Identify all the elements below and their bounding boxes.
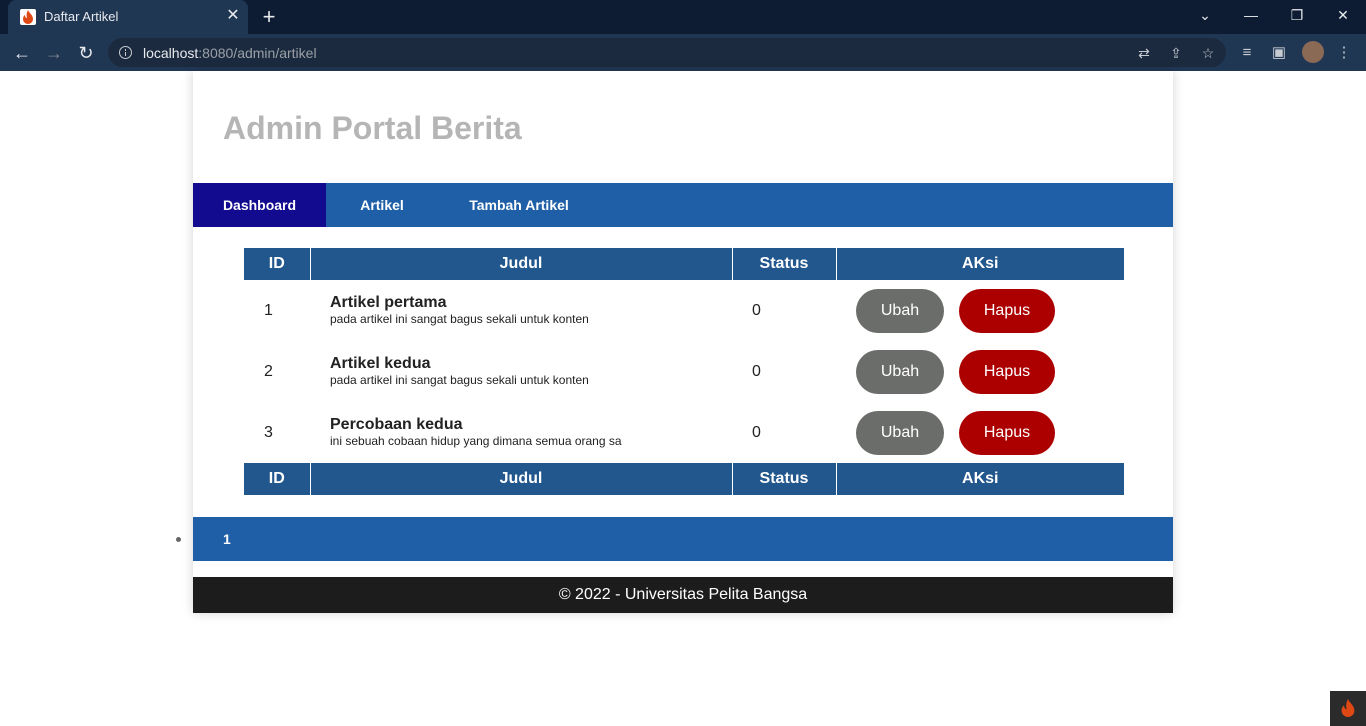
header-judul: Judul: [310, 248, 733, 280]
article-desc: ini sebuah cobaan hidup yang dimana semu…: [330, 434, 622, 448]
nav-item-dashboard[interactable]: Dashboard: [193, 183, 326, 227]
profile-avatar[interactable]: [1302, 41, 1324, 63]
article-title: Artikel pertama: [330, 294, 447, 311]
edit-button[interactable]: Ubah: [856, 349, 944, 394]
menu-icon[interactable]: ⋮: [1333, 42, 1355, 64]
browser-tab[interactable]: Daftar Artikel ✕: [8, 0, 248, 34]
table-row: 1 Artikel pertama pada artikel ini sanga…: [244, 280, 1124, 341]
pagination-bar: 1: [193, 517, 1173, 561]
share-icon[interactable]: ⇪: [1166, 43, 1186, 63]
header-id: ID: [244, 248, 311, 280]
debug-toolbar-button[interactable]: [1330, 691, 1366, 726]
edit-button[interactable]: Ubah: [856, 288, 944, 333]
cell-aksi: Ubah Hapus: [836, 341, 1124, 402]
site-title: Admin Portal Berita: [223, 110, 522, 146]
cell-judul: Artikel kedua pada artikel ini sangat ba…: [310, 341, 732, 402]
sidepanel-icon[interactable]: ▣: [1268, 42, 1290, 64]
cell-status: 0: [752, 423, 761, 441]
cell-judul: Percobaan kedua ini sebuah cobaan hidup …: [310, 402, 732, 463]
tab-search-icon[interactable]: ⌄: [1182, 0, 1228, 30]
playlist-icon[interactable]: ≡: [1236, 42, 1258, 64]
translate-icon[interactable]: ⇄: [1134, 43, 1154, 63]
tab-title: Daftar Artikel: [44, 9, 119, 24]
cell-id: 2: [264, 362, 273, 380]
main-navbar: Dashboard Artikel Tambah Artikel: [193, 183, 1173, 227]
codeigniter-flame-icon: [20, 9, 36, 25]
address-bar[interactable]: localhost:8080/admin/artikel ⇄ ⇪ ☆: [108, 38, 1226, 67]
back-button[interactable]: ←: [9, 40, 35, 66]
article-title: Percobaan kedua: [330, 416, 463, 433]
delete-button[interactable]: Hapus: [959, 288, 1055, 333]
header-aksi: AKsi: [836, 248, 1124, 280]
cell-status: 0: [752, 301, 761, 319]
cell-id: 1: [264, 301, 273, 319]
url-text[interactable]: localhost:8080/admin/artikel: [143, 45, 317, 61]
forward-button[interactable]: →: [41, 40, 67, 66]
article-table: ID Judul Status AKsi 1 Artikel pertama p…: [244, 248, 1124, 495]
cell-judul: Artikel pertama pada artikel ini sangat …: [310, 280, 732, 341]
site-info-icon[interactable]: [119, 46, 132, 59]
footer-header-status: Status: [732, 463, 837, 495]
pagination-page-1[interactable]: 1: [223, 517, 231, 561]
nav-item-artikel[interactable]: Artikel: [326, 183, 438, 227]
cell-status: 0: [752, 362, 761, 380]
codeigniter-flame-icon: [1341, 699, 1355, 717]
tab-close-icon[interactable]: ✕: [222, 5, 244, 27]
delete-button[interactable]: Hapus: [959, 410, 1055, 455]
browser-tabstrip: Daftar Artikel ✕ + ⌄ — ❐ ✕: [0, 0, 1366, 34]
minimize-button[interactable]: —: [1228, 0, 1274, 30]
table-row: 2 Artikel kedua pada artikel ini sangat …: [244, 341, 1124, 402]
close-window-button[interactable]: ✕: [1320, 0, 1366, 30]
article-desc: pada artikel ini sangat bagus sekali unt…: [330, 312, 589, 326]
list-bullet: [176, 537, 181, 542]
reload-button[interactable]: ↻: [73, 40, 99, 66]
browser-toolbar: ← → ↻ localhost:8080/admin/artikel ⇄ ⇪ ☆…: [0, 34, 1366, 71]
footer-header-judul: Judul: [310, 463, 733, 495]
nav-item-tambah-artikel[interactable]: Tambah Artikel: [438, 183, 600, 227]
restore-button[interactable]: ❐: [1274, 0, 1320, 30]
article-title: Artikel kedua: [330, 355, 431, 372]
table-header-row: ID Judul Status AKsi: [244, 248, 1124, 280]
delete-button[interactable]: Hapus: [959, 349, 1055, 394]
cell-id: 3: [264, 423, 273, 441]
table-footer-row: ID Judul Status AKsi: [244, 463, 1124, 495]
edit-button[interactable]: Ubah: [856, 410, 944, 455]
table-row: 3 Percobaan kedua ini sebuah cobaan hidu…: [244, 402, 1124, 463]
cell-aksi: Ubah Hapus: [836, 402, 1124, 463]
header-status: Status: [732, 248, 837, 280]
star-icon[interactable]: ☆: [1198, 43, 1218, 63]
site-footer: © 2022 - Universitas Pelita Bangsa: [193, 577, 1173, 613]
footer-header-aksi: AKsi: [836, 463, 1124, 495]
footer-header-id: ID: [244, 463, 311, 495]
article-desc: pada artikel ini sangat bagus sekali unt…: [330, 373, 589, 387]
cell-aksi: Ubah Hapus: [836, 280, 1124, 341]
new-tab-button[interactable]: +: [256, 4, 282, 30]
page-container: Admin Portal Berita Dashboard Artikel Ta…: [193, 71, 1173, 613]
